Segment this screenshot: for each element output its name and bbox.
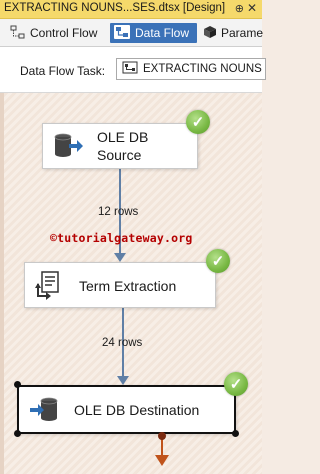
selection-handle[interactable] xyxy=(14,430,21,437)
success-check-icon: ✓ xyxy=(186,110,210,134)
term-extraction-icon xyxy=(33,270,65,305)
selection-handle[interactable] xyxy=(232,430,239,437)
ole-db-destination-component[interactable]: OLE DB Destination xyxy=(17,385,236,434)
path-arrowhead xyxy=(114,253,126,262)
watermark-text: ©tutorialgateway.org xyxy=(50,231,193,245)
ole-db-source-icon xyxy=(53,132,83,163)
term-extraction-component[interactable]: Term Extraction xyxy=(24,262,216,308)
path-arrowhead xyxy=(117,376,129,385)
component-label-line1: OLE DB xyxy=(97,129,149,145)
success-check-icon: ✓ xyxy=(206,249,230,273)
component-label-line2: Source xyxy=(97,147,142,163)
path-row-count: 24 rows xyxy=(102,337,143,349)
path-row-count: 12 rows xyxy=(98,206,139,218)
component-label: OLE DB Destination xyxy=(74,402,200,418)
selection-handle[interactable] xyxy=(14,381,21,388)
ole-db-source-component[interactable]: OLE DB Source xyxy=(42,123,198,169)
ole-db-destination-icon xyxy=(29,396,61,427)
error-output-handle[interactable] xyxy=(158,432,166,440)
success-check-icon: ✓ xyxy=(224,372,248,396)
component-label: Term Extraction xyxy=(79,278,177,294)
error-path-arrowhead xyxy=(155,455,169,466)
